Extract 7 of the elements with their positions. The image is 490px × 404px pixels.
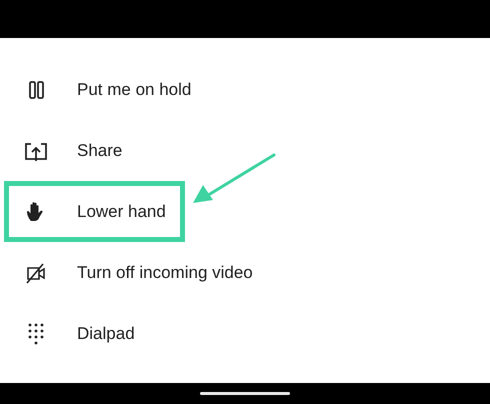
home-handle[interactable] (200, 392, 290, 395)
menu-item[interactable]: Turn off incoming video (4, 242, 272, 303)
menu-item[interactable]: Share (4, 120, 183, 181)
menu-item[interactable]: Dialpad (4, 303, 183, 364)
menu-item[interactable]: Put me on hold (4, 59, 210, 120)
menu-item[interactable]: Lower hand (4, 181, 185, 242)
video-off-icon (24, 260, 48, 284)
